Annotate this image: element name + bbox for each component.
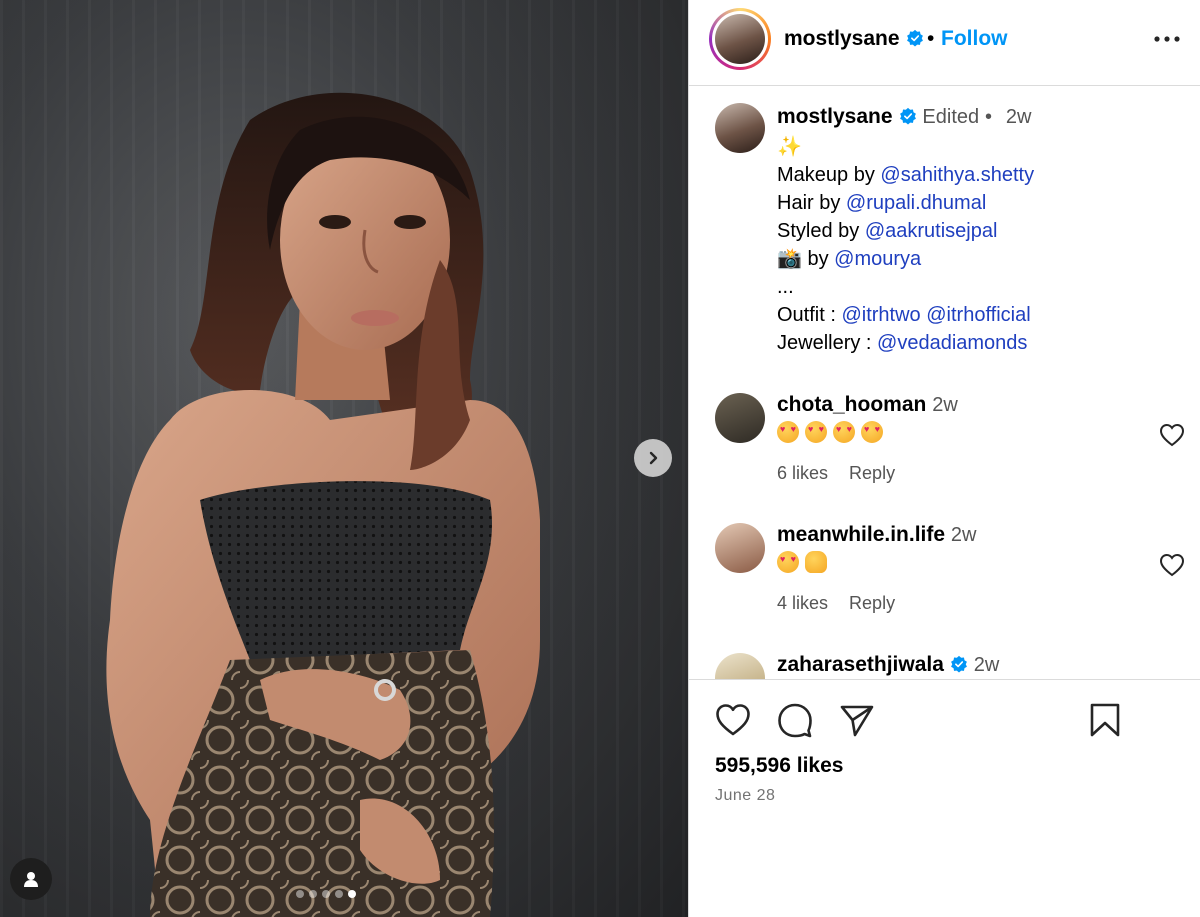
- caption-line-prefix: Makeup by: [777, 164, 881, 186]
- reply-button[interactable]: Reply: [849, 593, 895, 613]
- comment-timestamp[interactable]: 2w: [932, 394, 958, 416]
- post-header: mostlysane • Follow: [689, 0, 1200, 86]
- commenter-username[interactable]: meanwhile.in.life: [777, 523, 945, 546]
- header-separator: •: [927, 27, 935, 50]
- post-date[interactable]: June 28: [715, 787, 775, 805]
- camera-emoji: 📸: [777, 248, 802, 270]
- post-photo: [106, 92, 541, 917]
- caption-line-prefix: Hair by: [777, 192, 846, 214]
- caption-line-prefix: Outfit :: [777, 304, 842, 326]
- caption-ellipsis: ...: [777, 276, 794, 298]
- heart-eyes-emoji: [861, 421, 883, 443]
- post-media[interactable]: [0, 0, 688, 917]
- comment-timestamp[interactable]: 2w: [951, 524, 977, 546]
- carousel-indicator: [296, 890, 356, 898]
- mention-link[interactable]: @sahithya.shetty: [880, 164, 1034, 186]
- mention-link[interactable]: @vedadiamonds: [877, 332, 1027, 354]
- share-icon[interactable]: [839, 702, 875, 738]
- commenter-avatar[interactable]: [715, 393, 765, 443]
- commenter-avatar[interactable]: [715, 653, 765, 679]
- caption-timestamp[interactable]: 2w: [1006, 106, 1032, 128]
- post-footer: 595,596 likes June 28: [689, 679, 1200, 917]
- verified-badge-icon: [906, 29, 923, 47]
- comment-item: meanwhile.in.life 2w 4 likes Reply: [689, 517, 1200, 637]
- mention-link[interactable]: @itrhtwo: [841, 304, 920, 326]
- chevron-right-icon: [649, 451, 658, 465]
- comment-header: meanwhile.in.life 2w: [777, 523, 976, 547]
- post-details-panel: mostlysane • Follow mostlysane Edited • …: [688, 0, 1200, 917]
- verified-badge-icon: [951, 655, 967, 673]
- caption-line-jewellery: Jewellery : @vedadiamonds: [777, 329, 1034, 357]
- edited-label: Edited: [922, 106, 980, 128]
- caption-line-styled: Styled by @aakrutisejpal: [777, 217, 1034, 245]
- caption-line-makeup: Makeup by @sahithya.shetty: [777, 161, 1034, 189]
- tagged-users-button[interactable]: [10, 858, 52, 900]
- comment-text: [777, 551, 833, 575]
- caption-line-hair: Hair by @rupali.dhumal: [777, 189, 1034, 217]
- heart-eyes-emoji: [777, 551, 799, 573]
- story-ring[interactable]: [709, 8, 771, 70]
- caption-separator: •: [984, 106, 992, 128]
- like-comment-icon[interactable]: [1159, 553, 1185, 577]
- comment-text: [777, 421, 889, 445]
- caption-text: ✨ Makeup by @sahithya.shetty Hair by @ru…: [777, 133, 1034, 357]
- follow-button[interactable]: Follow: [941, 27, 1008, 51]
- author-username[interactable]: mostlysane: [784, 27, 924, 51]
- comment-header: zaharasethjiwala 2w: [777, 653, 999, 677]
- comment-item: zaharasethjiwala 2w: [689, 647, 1200, 679]
- post-like-count[interactable]: 595,596 likes: [715, 754, 843, 778]
- author-username-text[interactable]: mostlysane: [784, 27, 900, 50]
- heart-eyes-emoji: [833, 421, 855, 443]
- comment-timestamp[interactable]: 2w: [974, 654, 1000, 676]
- carousel-dot: [309, 890, 317, 898]
- reply-button[interactable]: Reply: [849, 463, 895, 483]
- comment-item: chota_hooman 2w 6 likes Reply: [689, 387, 1200, 507]
- save-bookmark-icon[interactable]: [1087, 702, 1123, 738]
- sparkle-emoji: ✨: [777, 136, 802, 158]
- heart-eyes-emoji: [805, 421, 827, 443]
- verified-badge-icon: [899, 107, 916, 125]
- commenter-username[interactable]: zaharasethjiwala: [777, 653, 944, 676]
- like-comment-icon[interactable]: [1159, 423, 1185, 447]
- comment-actions: 6 likes Reply: [777, 463, 911, 484]
- carousel-next-button[interactable]: [634, 439, 672, 477]
- carousel-dot: [335, 890, 343, 898]
- caption-line-prefix: Styled by: [777, 220, 865, 242]
- more-options-icon[interactable]: [1153, 32, 1181, 46]
- mention-link[interactable]: @itrhofficial: [926, 304, 1030, 326]
- carousel-dot-active: [348, 890, 356, 898]
- mention-link[interactable]: @aakrutisejpal: [865, 220, 998, 242]
- caption-author-avatar[interactable]: [715, 103, 765, 153]
- heart-eyes-emoji: [777, 421, 799, 443]
- raising-hands-emoji: [805, 551, 827, 573]
- comment-like-count[interactable]: 4 likes: [777, 593, 828, 613]
- caption-line-outfit: Outfit : @itrhtwo @itrhofficial: [777, 301, 1034, 329]
- caption-line-photo: 📸 by @mourya: [777, 245, 1034, 273]
- carousel-dot: [322, 890, 330, 898]
- mention-link[interactable]: @rupali.dhumal: [846, 192, 986, 214]
- comment-actions: 4 likes Reply: [777, 593, 911, 614]
- caption-header: mostlysane Edited • 2w: [777, 105, 1031, 129]
- like-icon[interactable]: [715, 702, 751, 738]
- caption-line-prefix: by: [801, 248, 835, 270]
- comment-icon[interactable]: [777, 702, 813, 738]
- carousel-dot: [296, 890, 304, 898]
- commenter-username[interactable]: chota_hooman: [777, 393, 926, 416]
- comment-header: chota_hooman 2w: [777, 393, 958, 417]
- caption-author-username[interactable]: mostlysane: [777, 105, 893, 128]
- comment-like-count[interactable]: 6 likes: [777, 463, 828, 483]
- comments-scroll-area[interactable]: mostlysane Edited • 2w ✨ Makeup by @sahi…: [689, 87, 1200, 679]
- mention-link[interactable]: @mourya: [834, 248, 921, 270]
- user-icon: [24, 872, 38, 887]
- commenter-avatar[interactable]: [715, 523, 765, 573]
- caption-line-prefix: Jewellery :: [777, 332, 878, 354]
- author-avatar[interactable]: [715, 14, 765, 64]
